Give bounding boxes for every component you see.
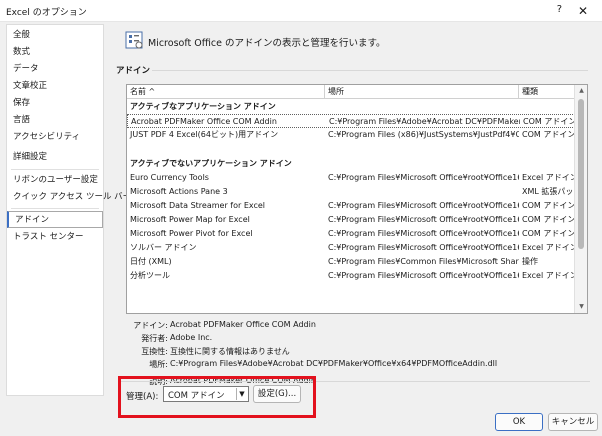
table-header: 名前 ^ 場所 種類 <box>127 85 575 99</box>
addin-name: ソルバー アドイン <box>130 243 197 252</box>
manage-dropdown-value: COM アドイン <box>168 391 225 401</box>
addin-type: Excel アドイン <box>522 243 575 252</box>
addin-name: Microsoft Actions Pane 3 <box>130 187 228 196</box>
addins-table[interactable]: 名前 ^ 場所 種類 アクティブなアプリケーション アドイン Acrobat P… <box>126 84 588 314</box>
sidebar-item-formulas[interactable]: 数式 <box>7 44 103 61</box>
window-title: Excel のオプション <box>6 8 87 18</box>
detail-compatibility-label: 互換性: <box>141 347 168 356</box>
addin-location: C:¥Program Files¥Microsoft Office¥root¥O… <box>328 173 519 182</box>
close-button[interactable]: ✕ <box>572 2 594 20</box>
detail-addin-label: アドイン: <box>133 321 168 330</box>
addin-location: C:¥Program Files¥Microsoft Office¥root¥O… <box>328 271 519 280</box>
detail-location-label: 場所: <box>149 360 168 369</box>
addin-location: C:¥Program Files¥Microsoft Office¥root¥O… <box>328 201 519 210</box>
options-sidebar: 全般 数式 データ 文章校正 保存 言語 アクセシビリティ 詳細設定 リボンのユ… <box>6 24 131 396</box>
help-button[interactable]: ? <box>557 4 562 15</box>
detail-publisher-label: 発行者: <box>141 334 168 343</box>
addin-location: C:¥Program Files (x86)¥JustSystems¥JustP… <box>328 130 519 139</box>
sidebar-divider <box>11 208 99 209</box>
sidebar-item-customize-ribbon[interactable]: リボンのユーザー設定 <box>7 172 103 189</box>
addin-name: 日付 (XML) <box>130 257 172 266</box>
column-header-type[interactable]: 種類 <box>519 85 575 99</box>
group-header-inactive: アクティブでないアプリケーション アドイン <box>130 159 292 168</box>
addin-type: COM アドイン <box>522 130 575 139</box>
addin-type: XML 拡張パック <box>522 187 575 196</box>
manage-go-button[interactable]: 設定(G)... <box>253 385 301 403</box>
sidebar-item-save[interactable]: 保存 <box>7 95 103 112</box>
sidebar-divider <box>11 169 99 170</box>
table-row[interactable]: 分析ツール C:¥Program Files¥Microsoft Office¥… <box>127 269 575 283</box>
section-divider <box>152 70 588 71</box>
table-row[interactable]: Acrobat PDFMaker Office COM Addin C:¥Pro… <box>127 114 576 128</box>
title-bar: Excel のオプション ? ✕ <box>0 0 602 22</box>
addin-location: C:¥Program Files¥Adobe¥Acrobat DC¥PDFMak… <box>329 117 520 126</box>
detail-addin-value: Acrobat PDFMaker Office COM Addin <box>170 320 316 329</box>
table-row[interactable]: Microsoft Power Pivot for Excel C:¥Progr… <box>127 227 575 241</box>
addin-type: Excel アドイン <box>522 271 575 280</box>
addins-panel: Microsoft Office のアドインの表示と管理を行います。 アドイン … <box>112 24 596 404</box>
scroll-thumb[interactable] <box>578 99 584 249</box>
addin-type: COM アドイン <box>523 117 576 126</box>
addin-location: C:¥Program Files¥Microsoft Office¥root¥O… <box>328 229 519 238</box>
sidebar-item-language[interactable]: 言語 <box>7 112 103 129</box>
detail-location-value: C:¥Program Files¥Adobe¥Acrobat DC¥PDFMak… <box>170 359 498 368</box>
sidebar-item-addins[interactable]: アドイン <box>7 211 103 228</box>
addin-type: COM アドイン <box>522 201 575 210</box>
addin-location <box>325 185 519 199</box>
addin-location: C:¥Program Files¥Microsoft Office¥root¥O… <box>328 215 519 224</box>
manage-label: 管理(A): <box>126 392 159 402</box>
addin-type: 操作 <box>522 257 538 266</box>
panel-description: Microsoft Office のアドインの表示と管理を行います。 <box>148 38 386 49</box>
table-row[interactable]: Microsoft Actions Pane 3 XML 拡張パック <box>127 185 575 199</box>
addins-section-title: アドイン <box>116 66 151 76</box>
detail-compatibility-value: 互換性に関する情報はありません <box>170 347 290 356</box>
column-header-name[interactable]: 名前 ^ <box>127 85 325 99</box>
scroll-up-icon[interactable]: ▲ <box>575 85 587 97</box>
addin-name: Euro Currency Tools <box>130 173 209 182</box>
chevron-down-icon[interactable]: ▼ <box>236 388 247 400</box>
addin-type: Excel アドイン <box>522 173 575 182</box>
table-scrollbar[interactable]: ▲ ▼ <box>574 85 587 313</box>
table-row[interactable]: JUST PDF 4 Excel(64ビット)用アドイン C:¥Program … <box>127 128 575 142</box>
table-row[interactable]: 日付 (XML) C:¥Program Files¥Common Files¥M… <box>127 255 575 269</box>
sidebar-item-trust-center[interactable]: トラスト センター <box>7 229 103 246</box>
sidebar-item-quick-access-toolbar[interactable]: クイック アクセス ツール バー <box>7 189 131 206</box>
addin-location: C:¥Program Files¥Microsoft Office¥root¥O… <box>328 243 519 252</box>
table-row[interactable]: ソルバー アドイン C:¥Program Files¥Microsoft Off… <box>127 241 575 255</box>
addin-name: Microsoft Power Map for Excel <box>130 215 250 224</box>
scroll-down-icon[interactable]: ▼ <box>575 301 587 313</box>
sidebar-item-proofing[interactable]: 文章校正 <box>7 78 103 95</box>
sidebar-item-general[interactable]: 全般 <box>7 27 103 44</box>
table-row[interactable]: Euro Currency Tools C:¥Program Files¥Mic… <box>127 171 575 185</box>
addin-name: Microsoft Power Pivot for Excel <box>130 229 253 238</box>
sidebar-item-accessibility[interactable]: アクセシビリティ <box>7 129 103 146</box>
group-header-active: アクティブなアプリケーション アドイン <box>130 102 276 111</box>
table-row[interactable]: Microsoft Data Streamer for Excel C:¥Pro… <box>127 199 575 213</box>
detail-publisher-value: Adobe Inc. <box>170 333 213 342</box>
addin-name: Microsoft Data Streamer for Excel <box>130 201 266 210</box>
addin-type: COM アドイン <box>522 229 575 238</box>
addin-name: 分析ツール <box>130 271 170 280</box>
addin-name: Acrobat PDFMaker Office COM Addin <box>131 117 277 126</box>
column-header-location[interactable]: 場所 <box>325 85 519 99</box>
cancel-button[interactable]: キャンセル <box>548 413 598 431</box>
sidebar-item-data[interactable]: データ <box>7 61 103 78</box>
addins-icon <box>125 31 143 49</box>
ok-button[interactable]: OK <box>495 413 543 431</box>
table-row[interactable]: Microsoft Power Map for Excel C:¥Program… <box>127 213 575 227</box>
addin-type: COM アドイン <box>522 215 575 224</box>
sidebar-item-advanced[interactable]: 詳細設定 <box>7 149 103 166</box>
addin-location: C:¥Program Files¥Common Files¥Microsoft … <box>328 257 519 266</box>
addin-name: JUST PDF 4 Excel(64ビット)用アドイン <box>130 130 279 139</box>
manage-dropdown[interactable]: COM アドイン ▼ <box>163 386 249 402</box>
